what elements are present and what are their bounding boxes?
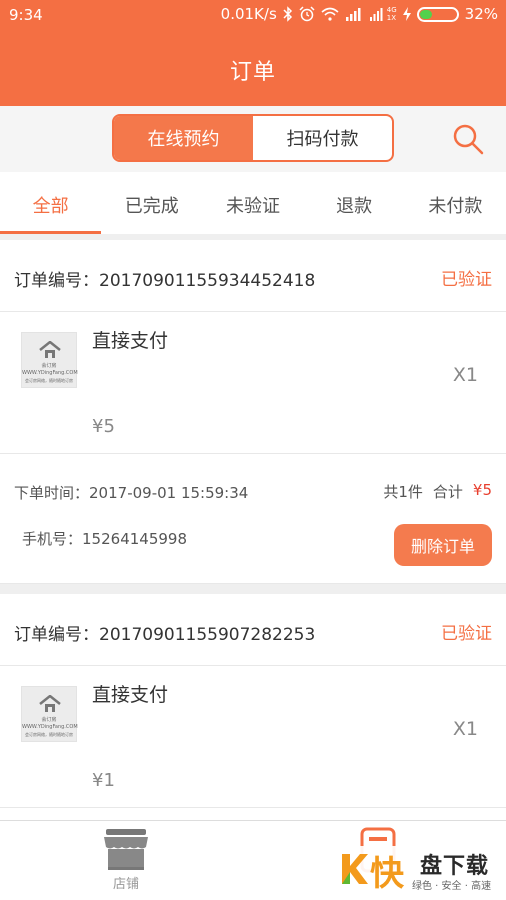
watermark-logo: 快 盘下载 绿色 · 安全 · 高速 xyxy=(336,846,506,894)
item-quantity: X1 xyxy=(452,718,478,740)
watermark-slogan: 绿色 · 安全 · 高速 xyxy=(412,881,492,892)
order-status: 已验证 xyxy=(441,270,492,290)
item-price: ¥1 xyxy=(92,770,115,791)
status-indicators: 0.01K/s 4G 1X 32% xyxy=(221,5,498,23)
watermark-fast: 快 xyxy=(370,854,404,894)
order-header: 订单编号：20170901155934452418 已验证 xyxy=(0,240,506,312)
order-item[interactable]: 会订房 WWW.YDingFang.COM 会订房网络，随时随地订房 直接支付 … xyxy=(0,666,506,808)
battery-fill xyxy=(419,9,432,19)
segmented-control: 在线预约 扫码付款 xyxy=(112,114,394,162)
order-status: 已验证 xyxy=(441,624,492,644)
tab-all[interactable]: 全部 xyxy=(0,172,102,234)
segment-scan-pay[interactable]: 扫码付款 xyxy=(253,116,392,160)
signal-2-group: 4G 1X xyxy=(369,6,397,22)
network-type: 4G 1X xyxy=(386,6,397,22)
watermark-name: 盘下载 xyxy=(420,854,490,879)
item-name: 直接支付 xyxy=(92,330,169,352)
alarm-icon xyxy=(299,6,315,22)
filter-tabs: 全部 已完成 未验证 退款 未付款 xyxy=(0,172,506,234)
tab-completed[interactable]: 已完成 xyxy=(101,172,202,234)
total-label: 合计 xyxy=(432,483,463,501)
battery-percent: 32% xyxy=(464,5,498,23)
wifi-icon xyxy=(321,7,339,21)
order-card[interactable]: 订单编号：20170901155907282253 已验证 会订房 WWW.YD… xyxy=(0,594,506,824)
app-header: 9:34 0.01K/s 4G 1X 32% 订单 xyxy=(0,0,506,106)
total-amount: ¥5 xyxy=(472,481,492,499)
delete-order-button[interactable]: 删除订单 xyxy=(394,524,492,566)
page-title: 订单 xyxy=(229,60,276,85)
house-icon xyxy=(39,341,61,358)
bluetooth-icon xyxy=(283,6,292,22)
status-time: 9:34 xyxy=(9,6,43,24)
item-name: 直接支付 xyxy=(92,684,169,706)
signal-icon xyxy=(345,8,361,21)
watermark-k-icon xyxy=(342,854,368,884)
tab-unpaid[interactable]: 未付款 xyxy=(405,172,506,234)
tab-refund[interactable]: 退款 xyxy=(304,172,405,234)
search-icon[interactable] xyxy=(451,122,485,156)
signal-icon-2 xyxy=(369,8,383,21)
order-time: 下单时间：2017-09-01 15:59:34 xyxy=(14,484,249,502)
item-price: ¥5 xyxy=(92,416,115,437)
segment-online-booking[interactable]: 在线预约 xyxy=(114,116,253,160)
item-thumbnail: 会订房 WWW.YDingFang.COM 会订房网络，随时随地订房 xyxy=(21,686,78,742)
nav-store[interactable]: 店铺 xyxy=(96,827,156,892)
charging-icon xyxy=(402,7,411,21)
order-summary: 共1件 合计 ¥5 xyxy=(383,481,492,502)
item-thumbnail: 会订房 WWW.YDingFang.COM 会订房网络，随时随地订房 xyxy=(21,332,78,388)
order-item[interactable]: 会订房 WWW.YDingFang.COM 会订房网络，随时随地订房 直接支付 … xyxy=(0,312,506,454)
store-icon xyxy=(104,829,148,870)
thumbnail-brand: 会订房 WWW.YDingFang.COM 会订房网络，随时随地订房 xyxy=(22,717,78,737)
item-quantity: X1 xyxy=(452,364,478,386)
order-number: 订单编号：20170901155907282253 xyxy=(14,625,316,645)
order-number: 订单编号：20170901155934452418 xyxy=(14,271,316,291)
segment-bar: 在线预约 扫码付款 xyxy=(0,106,506,172)
status-bar: 9:34 0.01K/s 4G 1X 32% xyxy=(0,0,506,30)
thumbnail-brand: 会订房 WWW.YDingFang.COM 会订房网络，随时随地订房 xyxy=(22,363,78,383)
order-footer: 下单时间：2017-09-01 15:59:34 共1件 合计 ¥5 手机号：1… xyxy=(0,454,506,584)
battery-icon xyxy=(416,6,459,22)
item-count: 共1件 xyxy=(383,483,423,501)
store-label: 店铺 xyxy=(112,877,139,892)
net-speed: 0.01K/s xyxy=(220,5,277,23)
order-card[interactable]: 订单编号：20170901155934452418 已验证 会订房 WWW.YD… xyxy=(0,240,506,584)
tab-unverified[interactable]: 未验证 xyxy=(202,172,303,234)
order-header: 订单编号：20170901155907282253 已验证 xyxy=(0,594,506,666)
phone-number: 手机号：15264145998 xyxy=(22,530,187,548)
house-icon xyxy=(39,695,61,712)
